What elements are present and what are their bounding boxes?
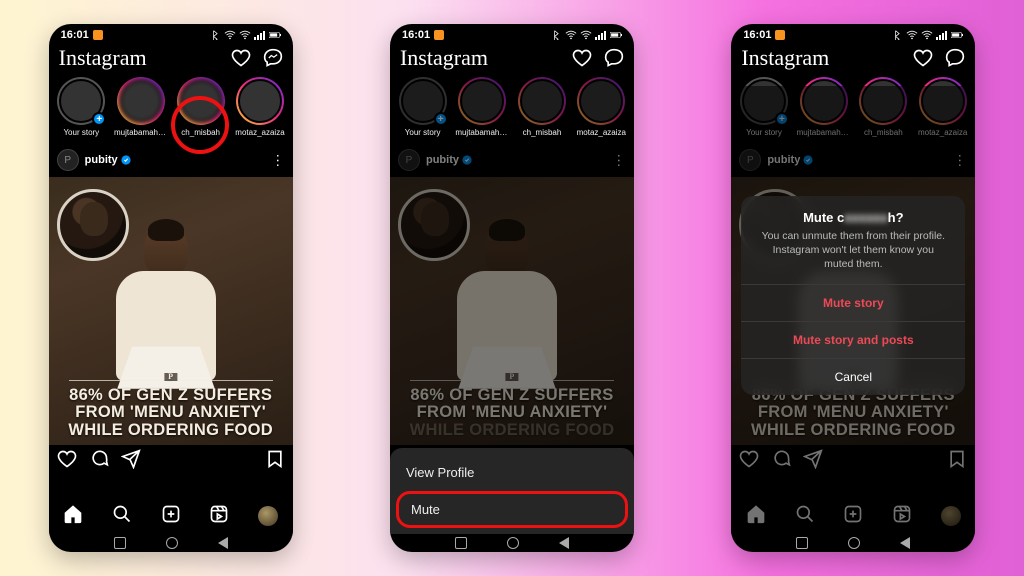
sys-back[interactable]: [218, 537, 228, 549]
dialog-title: Mute cxxxxxxh?: [741, 196, 965, 229]
post-more-icon[interactable]: ⋯: [610, 153, 627, 167]
battery-icon: [269, 30, 281, 40]
messenger-icon[interactable]: [945, 48, 965, 68]
wifi-icon-2: [239, 30, 251, 40]
stories-row[interactable]: +Your story mujtabamahbo... ch_misbah mo…: [390, 77, 634, 143]
app-header: Instagram: [49, 43, 293, 77]
system-nav: [390, 534, 634, 552]
battery-icon: [610, 30, 622, 40]
wifi-icon: [224, 30, 236, 40]
post-image[interactable]: 86% OF GEN Z SUFFERS FROM 'MENU ANXIETY'…: [390, 177, 634, 445]
add-story-plus-icon[interactable]: +: [92, 112, 106, 126]
dialog-message: You can unmute them from their profile. …: [741, 229, 965, 284]
sheet-mute[interactable]: Mute: [396, 491, 628, 528]
wifi-icon: [565, 30, 577, 40]
heart-icon[interactable]: [913, 48, 933, 68]
signal-icon: [936, 30, 948, 40]
story-item-1[interactable]: mujtabamahbo...: [114, 77, 168, 137]
heart-icon[interactable]: [572, 48, 592, 68]
app-header: Instagram: [390, 43, 634, 77]
bluetooth-icon: [891, 30, 903, 40]
dialog-mute-story-posts[interactable]: Mute story and posts: [741, 321, 965, 358]
nav-reels[interactable]: [209, 504, 229, 529]
verified-icon: [462, 155, 472, 165]
sheet-view-profile[interactable]: View Profile: [392, 454, 632, 491]
save-icon[interactable]: [265, 449, 285, 469]
post-avatar[interactable]: P: [398, 149, 420, 171]
post-more-icon[interactable]: ⋯: [269, 153, 286, 167]
system-nav: [731, 534, 975, 552]
bottom-sheet: View Profile Mute: [390, 448, 634, 534]
sys-recent[interactable]: [114, 537, 126, 549]
wifi-icon-2: [921, 30, 933, 40]
stories-row[interactable]: +Your story mujtabamahbo... ch_misbah mo…: [49, 77, 293, 143]
story-your-story[interactable]: +Your story: [396, 77, 449, 137]
nav-home[interactable]: [63, 504, 83, 529]
mute-dialog: Mute cxxxxxxh? You can unmute them from …: [741, 196, 965, 395]
signal-icon: [595, 30, 607, 40]
bluetooth-icon: [550, 30, 562, 40]
dialog-cancel[interactable]: Cancel: [741, 358, 965, 395]
verified-icon: [121, 155, 131, 165]
bluetooth-icon: [209, 30, 221, 40]
status-bar: 16:01: [49, 24, 293, 43]
phone-screen-1: 16:01 Instagram +Your story mujtabamahbo…: [49, 24, 293, 552]
story-item-2[interactable]: ch_misbah: [515, 77, 568, 137]
share-icon[interactable]: [121, 449, 141, 469]
sys-home[interactable]: [166, 537, 178, 549]
post-headline: 86% OF GEN Z SUFFERS FROM 'MENU ANXIETY'…: [390, 380, 634, 439]
instagram-logo[interactable]: Instagram: [400, 45, 488, 71]
story-your-story[interactable]: +Your story: [55, 77, 108, 137]
app-header: Instagram: [731, 43, 975, 77]
comment-icon[interactable]: [89, 449, 109, 469]
status-bar: 16:01: [731, 24, 975, 43]
status-icons: [209, 30, 281, 40]
post-author[interactable]: pubity: [85, 154, 131, 166]
story-item-1[interactable]: mujtabamahbo...: [455, 77, 509, 137]
phone-screen-3: 16:01 Instagram +Your story mujtabamahbo…: [731, 24, 975, 552]
status-app-indicator: [93, 30, 103, 40]
wifi-icon-2: [580, 30, 592, 40]
system-nav: [49, 534, 293, 552]
nav-search[interactable]: [112, 504, 132, 529]
story-item-3[interactable]: motaz_azaiza: [233, 77, 286, 137]
post-header: P pubity ⋯: [390, 143, 634, 177]
instagram-logo[interactable]: Instagram: [741, 45, 829, 71]
post-image[interactable]: 86% OF GEN Z SUFFERS FROM 'MENU ANXIETY'…: [49, 177, 293, 445]
nav-create[interactable]: [161, 504, 181, 529]
status-time: 16:01: [61, 29, 89, 41]
status-bar: 16:01: [390, 24, 634, 43]
battery-icon: [951, 30, 963, 40]
messenger-icon[interactable]: [263, 48, 283, 68]
wifi-icon: [906, 30, 918, 40]
signal-icon: [254, 30, 266, 40]
post-header: P pubity ⋯: [49, 143, 293, 177]
instagram-logo[interactable]: Instagram: [59, 45, 147, 71]
nav-profile[interactable]: [258, 506, 278, 526]
heart-icon[interactable]: [231, 48, 251, 68]
story-item-3[interactable]: motaz_azaiza: [575, 77, 628, 137]
bottom-nav: [49, 498, 293, 534]
dialog-mute-story[interactable]: Mute story: [741, 284, 965, 321]
post-avatar[interactable]: P: [57, 149, 79, 171]
story-item-2[interactable]: ch_misbah: [174, 77, 227, 137]
like-icon[interactable]: [57, 449, 77, 469]
post-actions: [49, 445, 293, 473]
messenger-icon[interactable]: [604, 48, 624, 68]
phone-screen-2: 16:01 Instagram +Your story mujtabamahbo…: [390, 24, 634, 552]
post-headline: 86% OF GEN Z SUFFERS FROM 'MENU ANXIETY'…: [49, 380, 293, 439]
post-author[interactable]: pubity: [426, 154, 472, 166]
